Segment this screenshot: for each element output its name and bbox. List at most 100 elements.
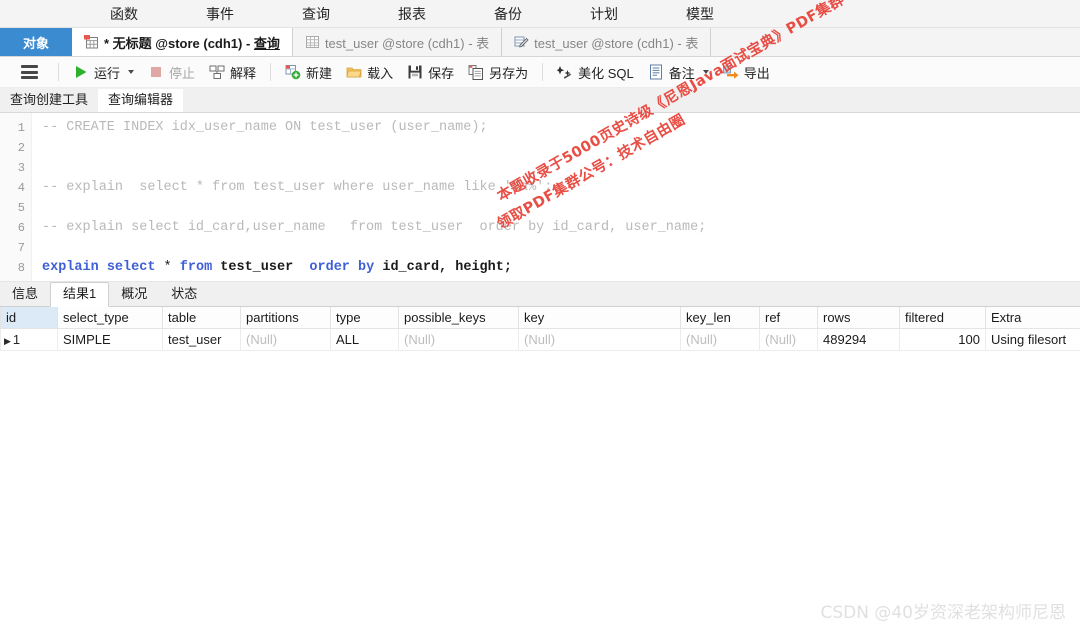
result-tab-info[interactable]: 信息 — [0, 283, 50, 306]
menu-query[interactable]: 查询 — [288, 0, 344, 28]
document-tab-kind: 表 — [685, 35, 699, 51]
line-number: 5 — [17, 201, 25, 215]
column-header-type[interactable]: type — [330, 307, 399, 329]
export-button[interactable]: 导出 — [716, 60, 777, 84]
result-tab-info-label: 信息 — [12, 286, 39, 301]
stop-button: 停止 — [141, 60, 202, 84]
document-tab-untitled-query[interactable]: * 无标题 @store (cdh1) - 查询 — [72, 28, 293, 56]
menu-bar: 函数 事件 查询 报表 备份 计划 模型 — [0, 0, 1080, 28]
sql-token: * — [163, 260, 172, 275]
document-tab-label: test_user @store (cdh1) - 表 — [325, 33, 489, 52]
toolbar-separator — [542, 63, 544, 81]
chevron-down-icon[interactable] — [128, 70, 135, 74]
row-cell-type[interactable]: ALL — [330, 328, 399, 351]
tab-query-editor[interactable]: 查询编辑器 — [98, 89, 184, 112]
tab-query-builder-label: 查询创建工具 — [10, 92, 89, 107]
column-header-possible_keys[interactable]: possible_keys — [398, 307, 519, 329]
line-number: 3 — [17, 161, 25, 175]
export-arrow-icon — [722, 64, 739, 80]
line-number: 6 — [17, 221, 25, 235]
new-query-button[interactable]: 新建 — [278, 60, 339, 84]
column-header-key[interactable]: key — [518, 307, 681, 329]
result-tab-result1-label: 结果1 — [63, 286, 97, 301]
load-button[interactable]: 载入 — [339, 60, 400, 84]
result-tab-result1[interactable]: 结果1 — [50, 282, 110, 307]
code-line-1: -- CREATE INDEX idx_user_name ON test_us… — [42, 120, 488, 135]
comment-button-label: 备注 — [668, 65, 695, 81]
object-pane-tab[interactable]: 对象 — [0, 28, 72, 56]
explain-button-label: 解释 — [230, 65, 257, 81]
run-button[interactable]: 运行 — [66, 60, 141, 84]
row-cell-rows[interactable]: 489294 — [817, 328, 900, 351]
row-cell-extra[interactable]: Using filesort — [985, 328, 1080, 351]
code-line-8: explain select * from test_user order by… — [42, 258, 1080, 278]
column-header-ref[interactable]: ref — [759, 307, 818, 329]
beautify-sql-button-label: 美化 SQL — [578, 65, 634, 81]
save-as-button[interactable]: 另存为 — [461, 60, 535, 84]
column-header-select_type[interactable]: select_type — [57, 307, 163, 329]
document-tab-testuser-design[interactable]: test_user @store (cdh1) - 表 — [502, 28, 712, 56]
menu-schedule[interactable]: 计划 — [576, 0, 632, 28]
query-toolbar: 运行 停止 解释 新建 载入 保存 另存为 美化 SQL 备注 导出 — [0, 57, 1080, 88]
result-tab-profile-label: 概况 — [121, 286, 148, 301]
row-cell-key_len[interactable]: (Null) — [680, 328, 760, 351]
menu-report[interactable]: 报表 — [384, 0, 440, 28]
column-header-key_len[interactable]: key_len — [680, 307, 760, 329]
column-header-table[interactable]: table — [162, 307, 241, 329]
save-as-button-label: 另存为 — [489, 65, 529, 81]
explain-icon — [209, 64, 225, 80]
tab-query-builder[interactable]: 查询创建工具 — [0, 89, 98, 112]
row-cell-id[interactable]: ▶ 1 — [0, 328, 58, 351]
sql-token: order — [309, 260, 350, 275]
column-header-filtered[interactable]: filtered — [899, 307, 986, 329]
row-cell-table[interactable]: test_user — [162, 328, 241, 351]
toolbar-separator — [270, 63, 272, 81]
line-number: 1 — [17, 121, 25, 135]
document-tab-label: * 无标题 @store (cdh1) - 查询 — [104, 33, 280, 52]
sql-token: id_card, height; — [382, 260, 512, 275]
document-tab-strip: 对象 * 无标题 @store (cdh1) - 查询 test_user @s… — [0, 28, 1080, 57]
result-tab-status[interactable]: 状态 — [159, 283, 209, 306]
column-header-rows[interactable]: rows — [817, 307, 900, 329]
column-header-partitions[interactable]: partitions — [240, 307, 331, 329]
save-button[interactable]: 保存 — [400, 60, 461, 84]
toolbar-separator — [58, 63, 59, 81]
row-cell-possible_keys[interactable]: (Null) — [398, 328, 519, 351]
sql-code-area[interactable]: -- CREATE INDEX idx_user_name ON test_us… — [32, 113, 1080, 281]
line-number: 4 — [17, 181, 25, 195]
row-cell-filtered[interactable]: 100 — [899, 328, 986, 351]
explain-result-grid[interactable]: id select_type table partitions type pos… — [0, 307, 1080, 351]
result-tab-profile[interactable]: 概况 — [109, 283, 159, 306]
row-cell-key[interactable]: (Null) — [518, 328, 681, 351]
menu-functions[interactable]: 函数 — [96, 0, 152, 28]
beautify-sql-button[interactable]: 美化 SQL — [550, 60, 641, 84]
document-tab-label: test_user @store (cdh1) - 表 — [534, 33, 698, 52]
table-row[interactable]: ▶ 1 SIMPLE test_user (Null) ALL (Null) (N… — [0, 328, 1080, 351]
folder-open-icon — [346, 64, 362, 80]
column-header-extra[interactable]: Extra — [985, 307, 1080, 329]
comment-button[interactable]: 备注 — [641, 60, 716, 84]
menu-model[interactable]: 模型 — [672, 0, 728, 28]
column-header-id[interactable]: id — [0, 307, 58, 329]
sql-token: select — [106, 260, 156, 275]
chevron-down-icon[interactable] — [702, 70, 709, 74]
menu-events[interactable]: 事件 — [192, 0, 248, 28]
table-design-icon — [514, 35, 529, 49]
current-row-indicator-icon: ▶ — [4, 336, 11, 346]
code-line-6: -- explain select id_card,user_name from… — [42, 220, 707, 235]
document-tab-title: * 无标题 @store (cdh1) - — [104, 35, 254, 51]
result-pane-tabs: 信息 结果1 概况 状态 — [0, 282, 1080, 307]
tab-query-editor-label: 查询编辑器 — [108, 92, 174, 107]
sql-editor[interactable]: 1 2 3 4 5 6 7 8 -- CREATE INDEX idx_user… — [0, 113, 1080, 282]
row-cell-partitions[interactable]: (Null) — [240, 328, 331, 351]
explain-button[interactable]: 解释 — [202, 60, 263, 84]
row-cell-ref[interactable]: (Null) — [759, 328, 818, 351]
document-tab-testuser-table[interactable]: test_user @store (cdh1) - 表 — [292, 28, 503, 56]
new-query-icon — [285, 64, 301, 80]
menu-backup[interactable]: 备份 — [480, 0, 536, 28]
row-cell-select_type[interactable]: SIMPLE — [57, 328, 163, 351]
hamburger-menu-button[interactable] — [8, 60, 51, 84]
